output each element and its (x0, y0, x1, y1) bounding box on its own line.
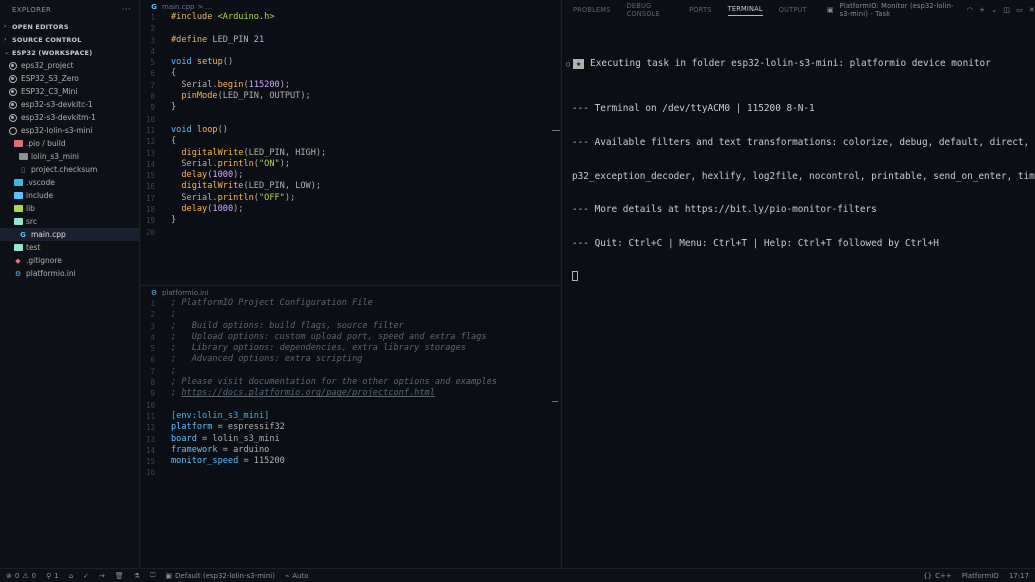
task-selector[interactable]: ▣ PlatformIO: Monitor (esp32-lolin-s3-mi… (827, 2, 973, 18)
folder-icon (13, 243, 23, 252)
chevron-down-icon: ⌄ (4, 49, 10, 56)
braces-icon: {} (923, 571, 933, 580)
environment-selector[interactable]: ▣ Default (esp32-lolin-s3-mini) (165, 572, 275, 580)
radio-icon (8, 113, 18, 122)
radio-icon (8, 87, 18, 96)
clock: 17:17 (1008, 571, 1029, 580)
more-actions-icon[interactable]: ··· (122, 5, 131, 15)
folder-lolin[interactable]: lolin_s3_mini (0, 150, 139, 163)
error-icon: ⊗ (6, 571, 12, 580)
chevron-right-icon: › (4, 23, 7, 30)
file-main-cpp[interactable]: Gmain.cpp (0, 228, 139, 241)
pio-upload-icon[interactable]: → (99, 572, 105, 580)
terminal-line: p32_exception_decoder, hexlify, log2file… (572, 170, 1035, 182)
editor-platformio-ini[interactable]: ⚙ platformio.ini 1; PlatformIO Project C… (141, 285, 560, 568)
pio-home-icon[interactable]: ⌂ (69, 572, 73, 580)
split-terminal-icon[interactable]: ◫ (1003, 6, 1010, 14)
maximize-panel-icon[interactable]: ▭ (1016, 6, 1023, 14)
warning-icon: ⚠ (22, 571, 29, 580)
pio-build-icon[interactable]: ✓ (83, 572, 89, 580)
gear-icon: ⚙ (14, 269, 22, 278)
tab-problems[interactable]: PROBLEMS (573, 6, 611, 14)
chevron-right-icon: › (4, 36, 7, 43)
terminal-panel[interactable]: PROBLEMS DEBUG CONSOLE PORTS TERMINAL OU… (554, 0, 1035, 568)
tab-terminal[interactable]: TERMINAL (727, 5, 763, 16)
file-checksum[interactable]: ▯ project.checksum (0, 163, 139, 176)
file-icon: ▯ (21, 165, 25, 174)
section-workspace[interactable]: ⌄ ESP32 (WORKSPACE) (0, 46, 139, 59)
section-source-control[interactable]: › SOURCE CONTROL (0, 33, 139, 46)
folder-icon (13, 191, 23, 200)
terminal-output[interactable]: --- Terminal on /dev/ttyACM0 | 115200 8-… (572, 81, 1035, 307)
project-item[interactable]: ESP32_S3_Zero (0, 72, 139, 85)
chevron-down-icon[interactable]: ⌄ (991, 6, 997, 14)
cpp-icon: G (151, 2, 157, 11)
tab-debug-console[interactable]: DEBUG CONSOLE (627, 2, 674, 18)
radio-icon (8, 100, 18, 109)
project-item[interactable]: eps32_project (0, 59, 139, 72)
scroll-marker (554, 130, 560, 131)
folder-icon (13, 217, 23, 226)
terminal-line: --- Quit: Ctrl+C | Menu: Ctrl+T | Help: … (572, 237, 939, 249)
port-icon: ⚲ (46, 571, 52, 580)
auto-port-selector[interactable]: ⌁ Auto (285, 572, 308, 580)
editor-main-cpp[interactable]: G main.cpp > ... 1 #include <Arduino.h> 2… (141, 0, 560, 284)
terminal-cursor (572, 271, 1035, 284)
plug-icon: ⌁ (284, 571, 290, 580)
folder-vscode[interactable]: .vscode (0, 176, 139, 189)
star-icon: ★ (573, 58, 585, 69)
git-icon: ◆ (15, 256, 21, 265)
radio-icon (8, 126, 18, 135)
terminal-line: --- Available filters and text transform… (572, 137, 1035, 149)
tab-ports[interactable]: PORTS (689, 6, 711, 14)
problems-status[interactable]: ⊗ 0 ⚠ 0 (6, 572, 36, 580)
folder-icon (13, 139, 23, 148)
panel-tabs: PROBLEMS DEBUG CONSOLE PORTS TERMINAL OU… (562, 0, 1035, 20)
explorer-sidebar: EXPLORER ··· › OPEN EDITORS › SOURCE CONTR… (0, 0, 140, 568)
explorer-header: EXPLORER ··· (0, 0, 139, 20)
task-circle-icon: ○ (566, 59, 571, 68)
radio-icon (8, 61, 18, 70)
pio-serial-icon[interactable]: ⏍ (150, 571, 155, 580)
folder-icon (18, 152, 28, 161)
task-exec-line: ○ ★ Executing task in folder esp32-lolin… (566, 58, 991, 69)
folder-lib[interactable]: lib (0, 202, 139, 215)
file-platformio-ini[interactable]: ⚙ platformio.ini (0, 267, 139, 280)
scroll-marker (552, 401, 558, 402)
terminal-line: --- Terminal on /dev/ttyACM0 | 115200 8-… (572, 103, 815, 115)
code-area[interactable]: 1; PlatformIO Project Configuration File… (141, 298, 560, 479)
terminal-line: --- More details at https://bit.ly/pio-m… (572, 204, 877, 216)
pio-clean-icon[interactable]: 🗑 (115, 572, 124, 580)
project-item[interactable]: ESP32_C3_Mini (0, 85, 139, 98)
pio-test-icon[interactable]: ⚗ (134, 572, 140, 580)
folder-test[interactable]: test (0, 241, 139, 254)
terminal-icon: ▣ (826, 6, 834, 14)
status-bar: ⊗ 0 ⚠ 0 ⚲ 1 ⌂ ✓ → 🗑 ⚗ ⏍ ▣ Default (esp32-lol… (0, 568, 1035, 582)
ports-status[interactable]: ⚲ 1 (46, 572, 59, 580)
explorer-title: EXPLORER (12, 6, 52, 14)
folder-icon (13, 204, 23, 213)
project-item[interactable]: esp32-s3-devkitc-1 (0, 98, 139, 111)
gear-icon: ⚙ (150, 288, 158, 297)
cpp-icon: G (20, 230, 26, 239)
folder-pio-build[interactable]: .pio / build (0, 137, 139, 150)
section-open-editors[interactable]: › OPEN EDITORS (0, 20, 139, 33)
tab-output[interactable]: OUTPUT (779, 6, 807, 14)
language-mode[interactable]: {} C++ (923, 572, 952, 580)
folder-src[interactable]: src (0, 215, 139, 228)
folder-include[interactable]: include (0, 189, 139, 202)
spinner-icon: ◠ (966, 6, 974, 14)
project-item[interactable]: esp32-lolin-s3-mini (0, 124, 139, 137)
file-gitignore[interactable]: ◆ .gitignore (0, 254, 139, 267)
radio-icon (8, 74, 18, 83)
folder-icon (13, 178, 23, 187)
platformio-status[interactable]: PlatformIO (962, 572, 999, 580)
project-item[interactable]: esp32-s3-devkitm-1 (0, 111, 139, 124)
folder-env-icon: ▣ (165, 571, 173, 580)
add-terminal-icon[interactable]: + (979, 6, 985, 14)
close-panel-icon[interactable]: ✕ (1029, 6, 1035, 14)
code-area[interactable]: 1 #include <Arduino.h> 2 3 #define LED_PIN… (141, 12, 560, 238)
